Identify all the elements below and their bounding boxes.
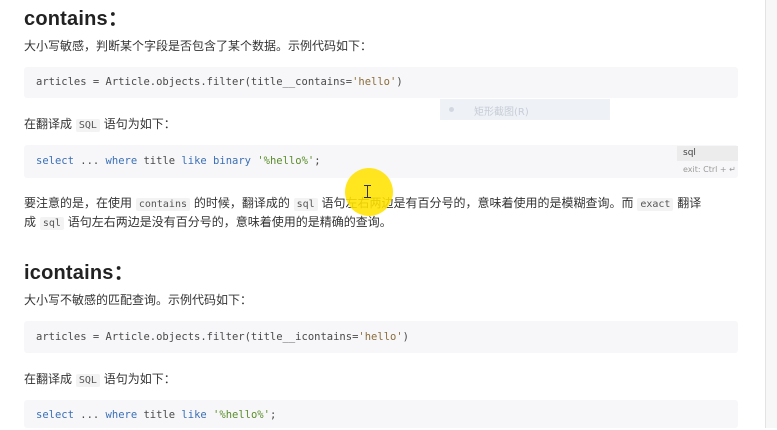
text: 在翻译成 <box>24 372 76 386</box>
text: 在翻译成 <box>24 117 76 131</box>
menu-bullet-icon <box>449 107 454 112</box>
exit-hint: exit: Ctrl + ↵ <box>683 165 736 174</box>
inline-code: sql <box>293 198 318 211</box>
inline-code: exact <box>637 198 674 211</box>
code-language-tag[interactable]: sql <box>677 146 738 161</box>
text: 语句为如下： <box>99 372 176 386</box>
code-string: 'hello' <box>352 76 397 88</box>
code-text: ; <box>269 409 277 421</box>
sql-keyword: binary <box>213 155 251 167</box>
sql-keyword: where <box>105 155 138 167</box>
sql-intro-contains: 在翻译成 SQL 语句为如下： <box>24 115 176 135</box>
text: 翻译 <box>673 196 702 210</box>
code-text: ; <box>314 155 321 167</box>
text-cursor-icon <box>364 185 371 198</box>
sql-keyword: like <box>181 155 207 167</box>
menu-item-label: 矩形截图(R) <box>474 107 529 118</box>
code-text: title <box>137 409 182 421</box>
cursor-highlight <box>345 168 393 216</box>
code-block-sql-icontains[interactable]: select ... where title like '%hello%'; <box>24 400 738 428</box>
code-text: ) <box>402 331 409 343</box>
code-text: articles = Article.objects.filter(title_… <box>36 331 359 343</box>
text: 语句左右两边是没有百分号的，意味着使用的是精确的查询。 <box>63 215 392 229</box>
text: 的时候，翻译成的 <box>190 196 294 210</box>
code-text: ... <box>73 155 106 167</box>
scroll-gutter[interactable] <box>766 0 777 428</box>
note-line-2: 成 sql 语句左右两边是没有百分号的，意味着使用的是精确的查询。 <box>24 213 392 233</box>
text: 语句为如下： <box>99 117 176 131</box>
inline-code: SQL <box>75 374 100 387</box>
heading-contains: contains： <box>24 8 129 30</box>
context-menu-item-screenshot[interactable]: 矩形截图(R) <box>440 99 610 120</box>
code-text: title <box>137 155 182 167</box>
sql-keyword: select <box>36 409 74 421</box>
code-string: '%hello%' <box>213 409 270 421</box>
contains-intro: 大小写敏感，判断某个字段是否包含了某个数据。示例代码如下： <box>24 39 373 53</box>
sql-keyword: where <box>105 409 138 421</box>
code-text: articles = Article.objects.filter(title_… <box>36 76 353 88</box>
code-block-python-icontains[interactable]: articles = Article.objects.filter(title_… <box>24 321 738 353</box>
sql-keyword: like <box>181 409 207 421</box>
inline-code: contains <box>135 198 190 211</box>
code-text: ) <box>396 76 403 88</box>
inline-code: SQL <box>75 119 100 132</box>
text: 成 <box>24 215 40 229</box>
inline-code: sql <box>39 217 64 230</box>
sql-intro-icontains: 在翻译成 SQL 语句为如下： <box>24 370 176 390</box>
icontains-intro: 大小写不敏感的匹配查询。示例代码如下： <box>24 293 253 307</box>
heading-icontains: icontains： <box>24 262 134 284</box>
code-string: 'hello' <box>358 331 403 343</box>
text: 要注意的是，在使用 <box>24 196 136 210</box>
sql-keyword: select <box>36 155 74 167</box>
code-text: ... <box>73 409 106 421</box>
code-block-python-contains[interactable]: articles = Article.objects.filter(title_… <box>24 67 738 98</box>
code-string: '%hello%' <box>257 155 315 167</box>
